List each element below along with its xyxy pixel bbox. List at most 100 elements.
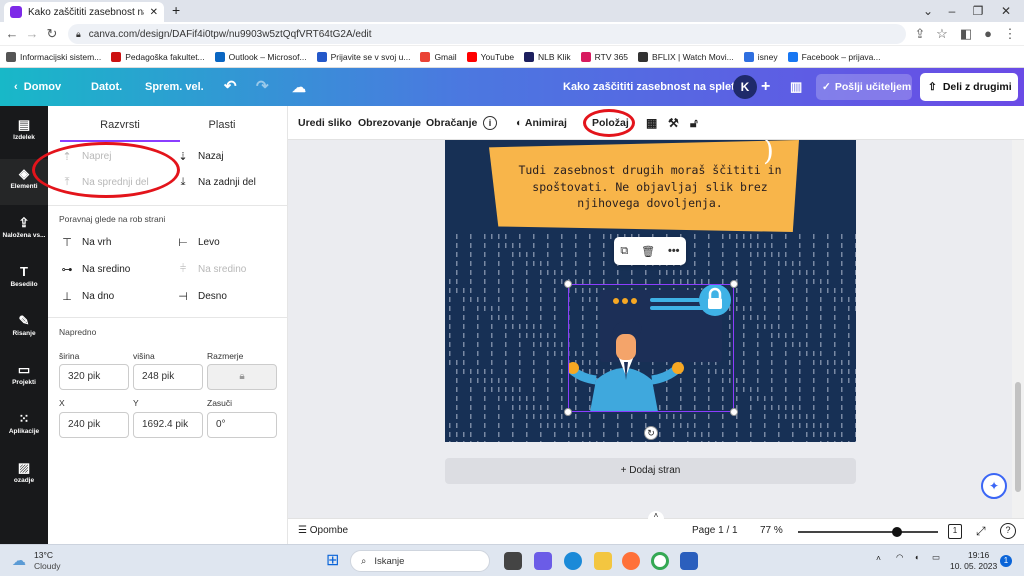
bookmark-item[interactable]: Pedagoška fakultet...: [111, 51, 205, 62]
zoom-slider-knob[interactable]: [892, 527, 902, 537]
resize-menu[interactable]: Sprem. vel.: [145, 68, 204, 106]
notification-badge[interactable]: 1: [1000, 555, 1012, 567]
to-back-button[interactable]: ⤓ Na zadnji del: [176, 176, 256, 189]
chevron-up-icon[interactable]: ˄: [876, 553, 881, 563]
share-page-icon[interactable]: ⇪: [912, 26, 928, 42]
chrome-icon[interactable]: [651, 552, 669, 570]
bookmark-item[interactable]: NLB Klik: [524, 51, 571, 62]
insights-icon[interactable]: ▥: [790, 68, 802, 106]
resize-handle[interactable]: [730, 408, 738, 416]
back-icon[interactable]: ←: [4, 26, 20, 42]
send-to-teacher-button[interactable]: ✓ Pošlji učiteljem: [816, 74, 912, 100]
ratio-lock-button[interactable]: 🔒︎: [207, 364, 277, 390]
rotate-field[interactable]: 0°: [207, 412, 277, 438]
clock-date[interactable]: 10. 05. 2023: [950, 561, 997, 571]
scrollbar-thumb[interactable]: [1015, 382, 1021, 492]
notes-button[interactable]: ☰ Opombe: [298, 525, 348, 536]
rotate-handle-icon[interactable]: ↻: [644, 426, 658, 440]
help-button[interactable]: ?: [1000, 523, 1016, 539]
width-field[interactable]: 320 pik: [59, 364, 129, 390]
file-explorer-icon[interactable]: [594, 552, 612, 570]
align-center-button[interactable]: ⫩ Na sredino: [176, 263, 247, 276]
star-icon[interactable]: ☆: [934, 26, 950, 42]
reload-icon[interactable]: ↻: [44, 26, 60, 42]
transparency-icon[interactable]: ▦: [646, 106, 657, 140]
align-middle-button[interactable]: ⊶ Na sredino: [60, 263, 131, 276]
duplicate-icon[interactable]: ⧉: [620, 245, 628, 258]
zoom-slider-track[interactable]: [798, 531, 938, 533]
bookmark-item[interactable]: Informacijski sistem...: [6, 51, 101, 62]
speaker-icon[interactable]: ◖: [914, 552, 919, 562]
share-button[interactable]: ⇧ Deli z drugimi: [920, 73, 1018, 101]
bookmark-item[interactable]: BFLIX | Watch Movi...: [638, 51, 734, 62]
align-top-button[interactable]: ⊤ Na vrh: [60, 236, 111, 249]
bookmark-item[interactable]: YouTube: [466, 51, 514, 62]
sidebar-item-upload[interactable]: ⇪ Naložena vs...: [0, 208, 48, 254]
clock-time[interactable]: 19:16: [968, 550, 989, 560]
x-field[interactable]: 240 pik: [59, 412, 129, 438]
redo-icon[interactable]: ↷: [256, 68, 269, 106]
minimize-icon[interactable]: –: [944, 3, 960, 19]
url-field[interactable]: 🔒︎ canva.com/design/DAFif4i0tpw/nu9903w5…: [68, 24, 906, 44]
restore-icon[interactable]: ❐: [970, 3, 986, 19]
align-left-button[interactable]: ⊢ Levo: [176, 236, 219, 249]
avatar[interactable]: K: [733, 75, 757, 99]
tab-layers[interactable]: Plasti: [162, 114, 282, 142]
more-options-icon[interactable]: •••: [668, 245, 680, 257]
add-collaborator-icon[interactable]: +: [761, 68, 770, 106]
home-button[interactable]: ‹ Domov: [14, 68, 61, 106]
sidepanel-icon[interactable]: ◧: [958, 26, 974, 42]
align-right-button[interactable]: ⊣ Desno: [176, 290, 227, 303]
forward-icon[interactable]: →: [24, 26, 40, 42]
quote-text[interactable]: Tudi zasebnost drugih moraš ščititi in s…: [505, 162, 795, 212]
chevron-up-icon[interactable]: ˄: [648, 511, 664, 521]
y-field[interactable]: 1692.4 pik: [133, 412, 203, 438]
browser-tab[interactable]: Kako zaščititi zasebnost na splet ✕: [4, 2, 164, 22]
sidebar-item-text[interactable]: T Besedilo: [0, 257, 48, 303]
word-icon[interactable]: [680, 552, 698, 570]
bookmark-item[interactable]: Gmail: [420, 51, 457, 62]
sidebar-item-draw[interactable]: ✎ Risanje: [0, 306, 48, 352]
resize-handle[interactable]: [564, 408, 572, 416]
align-bottom-button[interactable]: ⊥ Na dno: [60, 290, 114, 303]
firefox-icon[interactable]: [622, 552, 640, 570]
chevron-down-icon[interactable]: ⌄: [920, 3, 936, 19]
bookmark-item[interactable]: Outlook – Microsof...: [214, 51, 307, 62]
add-page-button[interactable]: + Dodaj stran: [445, 458, 856, 484]
task-view-icon[interactable]: [504, 552, 522, 570]
pages-view-button[interactable]: 1: [948, 524, 962, 539]
bookmark-item[interactable]: Facebook – prijava...: [787, 51, 881, 62]
sidebar-item-folder[interactable]: ▭ Projekti: [0, 355, 48, 401]
flip-button[interactable]: Obračanje: [426, 106, 477, 140]
sidebar-item-background[interactable]: ▨ ozadje: [0, 453, 48, 499]
chat-icon[interactable]: [534, 552, 552, 570]
document-title[interactable]: Kako zaščititi zasebnost na spletu: [563, 68, 742, 106]
bookmark-item[interactable]: isney: [743, 51, 778, 62]
design-page[interactable]: ) Tudi zasebnost drugih moraš ščititi in…: [445, 140, 856, 442]
bookmark-item[interactable]: RTV 365: [580, 51, 628, 62]
wifi-icon[interactable]: ◠: [896, 552, 903, 563]
zoom-level[interactable]: 77 %: [760, 525, 783, 536]
resize-handle[interactable]: [564, 280, 572, 288]
windows-start-icon[interactable]: ⊞: [326, 550, 339, 570]
undo-icon[interactable]: ↶: [224, 68, 237, 106]
menu-icon[interactable]: ⋮: [1002, 26, 1018, 42]
page-counter[interactable]: Page 1 / 1: [692, 525, 738, 536]
taskbar-search[interactable]: ⌕ Iskanje: [350, 550, 490, 572]
sidebar-item-layout[interactable]: ▤ Izdelek: [0, 110, 48, 156]
sidebar-item-apps[interactable]: ⁙ Aplikacije: [0, 404, 48, 450]
lock-icon[interactable]: 🔓︎: [690, 106, 698, 140]
bookmark-item[interactable]: Prijavite se v svoj u...: [316, 51, 410, 62]
edit-image-button[interactable]: Uredi sliko: [298, 106, 352, 140]
profile-icon[interactable]: ●: [980, 26, 996, 42]
close-tab-icon[interactable]: ✕: [150, 7, 158, 18]
fullscreen-icon[interactable]: ⤢: [976, 524, 986, 539]
new-tab-button[interactable]: +: [172, 2, 180, 18]
close-window-icon[interactable]: ✕: [998, 3, 1014, 19]
scrollbar[interactable]: [1012, 140, 1024, 518]
trash-icon[interactable]: 🗑︎: [641, 245, 655, 258]
battery-icon[interactable]: ▭: [932, 552, 940, 563]
edge-icon[interactable]: [564, 552, 582, 570]
info-icon[interactable]: i: [483, 116, 497, 130]
crop-button[interactable]: Obrezovanje: [358, 106, 421, 140]
